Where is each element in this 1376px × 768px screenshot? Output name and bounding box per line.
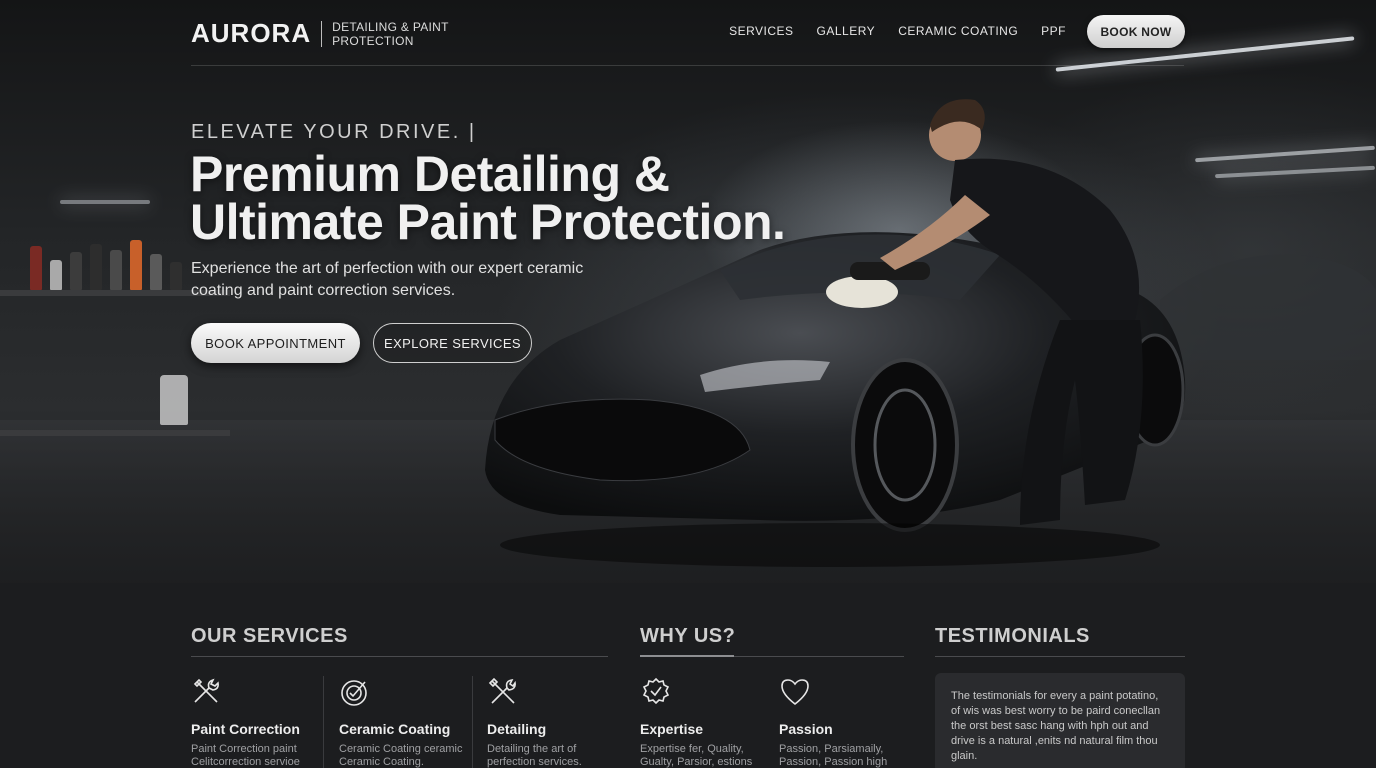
- why-text: Passion, Parsiamaily, Passion, Passion h…: [779, 743, 888, 768]
- service-card-paint-correction[interactable]: Paint Correction Paint Correction paint …: [191, 676, 331, 768]
- service-card-ceramic-coating[interactable]: Ceramic Coating Ceramic Coating ceramic …: [339, 676, 479, 768]
- nav-divider: [191, 65, 1184, 66]
- brand-tagline: DETAILING & PAINT PROTECTION: [332, 19, 449, 48]
- book-now-button[interactable]: BOOK NOW: [1087, 15, 1185, 48]
- explore-services-button[interactable]: EXPLORE SERVICES: [373, 323, 532, 363]
- brand[interactable]: AURORA DETAILING & PAINT PROTECTION: [191, 18, 452, 49]
- why-us-rule-accent: [640, 655, 734, 657]
- nav-link-ceramic-coating[interactable]: CERAMIC COATING: [898, 24, 1018, 38]
- hero-headline-line2: Ultimate Paint Protection.: [190, 194, 786, 250]
- testimonials-title: TESTIMONIALS: [935, 625, 1090, 647]
- hero-headline: Premium Detailing & Ultimate Paint Prote…: [190, 146, 790, 250]
- why-text: Expertise fer, Quality, Gualty, Parsior,…: [640, 743, 753, 768]
- crossed-tools-icon: [488, 677, 516, 704]
- service-title: Ceramic Coating: [339, 721, 451, 737]
- service-title: Paint Correction: [191, 721, 300, 737]
- services-rule: [191, 656, 608, 657]
- polisher-pad: [826, 276, 898, 308]
- top-navbar: AURORA DETAILING & PAINT PROTECTION SERV…: [0, 0, 1376, 66]
- nav-link-services[interactable]: SERVICES: [729, 24, 793, 38]
- hero-eyebrow: ELEVATE YOUR DRIVE. |: [191, 121, 477, 143]
- service-text: Ceramic Coating ceramic Ceramic Coating.: [339, 743, 463, 768]
- why-title: Passion: [779, 721, 833, 737]
- front-wheel: [851, 358, 959, 532]
- heart-icon: [781, 679, 809, 706]
- brand-logo[interactable]: AURORA: [191, 18, 311, 49]
- services-title: OUR SERVICES: [191, 625, 348, 647]
- hero-headline-line1: Premium Detailing &: [190, 146, 670, 202]
- service-title: Detailing: [487, 721, 547, 737]
- testimonials-rule: [935, 656, 1185, 657]
- hero-section: AURORA DETAILING & PAINT PROTECTION SERV…: [0, 0, 1376, 583]
- service-text: Paint Correction paint Celitcorrection s…: [191, 743, 300, 768]
- nav-link-gallery[interactable]: GALLERY: [817, 24, 876, 38]
- award-badge-icon: [642, 677, 670, 705]
- why-title: Expertise: [640, 721, 704, 737]
- target-check-icon: [341, 680, 367, 706]
- service-card-detailing[interactable]: Detailing Detailing the art of perfectio…: [487, 676, 627, 768]
- service-divider: [472, 676, 473, 768]
- info-section: OUR SERVICES Paint Correction Paint Corr…: [0, 583, 1376, 768]
- service-divider: [323, 676, 324, 768]
- testimonial-text: The testimonials for every a paint potat…: [951, 690, 1161, 762]
- background-car: [1160, 254, 1376, 360]
- why-card-expertise: Expertise Expertise fer, Quality, Gualty…: [640, 676, 780, 768]
- hero-subtext: Experience the art of perfection with ou…: [191, 260, 584, 299]
- nav-link-ppf[interactable]: PPF: [1041, 24, 1066, 38]
- book-appointment-button[interactable]: BOOK APPOINTMENT: [191, 323, 360, 363]
- why-card-passion: Passion Passion, Parsiamaily, Passion, P…: [779, 676, 919, 768]
- testimonial-card: The testimonials for every a paint potat…: [935, 673, 1185, 768]
- service-text: Detailing the art of perfection services…: [487, 743, 582, 768]
- floor-reflection: [500, 523, 1160, 567]
- brand-divider: [321, 20, 323, 47]
- why-us-title: WHY US?: [640, 625, 736, 647]
- nav-links: SERVICES GALLERY CERAMIC COATING PPF: [729, 24, 1066, 38]
- wrench-screwdriver-icon: [193, 678, 219, 703]
